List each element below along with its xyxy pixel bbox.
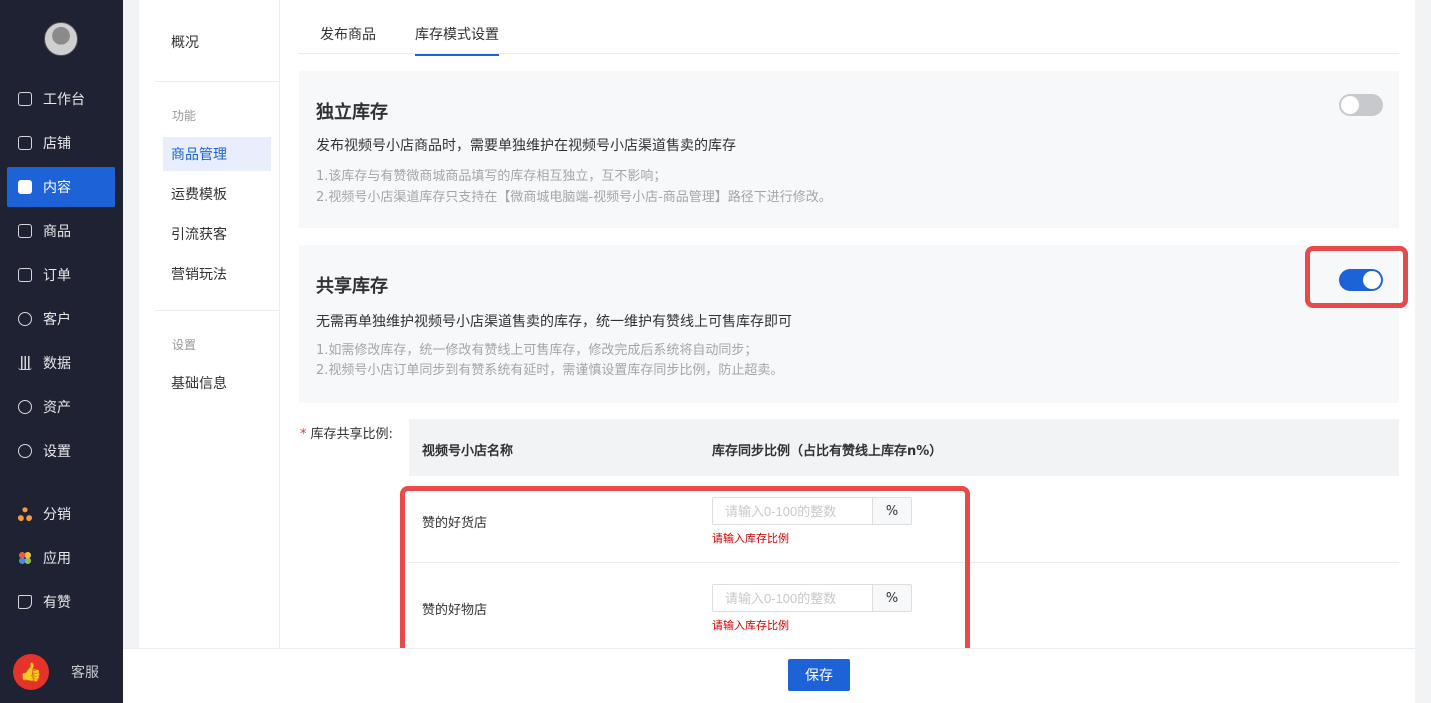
independent-stock-desc: 发布视频号小店商品时，需要单独维护在视频号小店渠道售卖的库存 [316,138,736,154]
ratio-input[interactable] [713,498,872,524]
secondary-nav: 概况 功能 商品管理 运费模板 引流获客 营销玩法 设置 基础信息 [139,0,280,703]
primary-nav: 工作台 店铺 内容 商品 订单 客户 数据 资产 设置 分销 应用 有赞 👍 客… [0,0,123,703]
nav-label: 店铺 [43,136,71,152]
toggle-knob [1363,271,1381,289]
nav-item-distribution[interactable]: 分销 [7,494,115,534]
nav-label: 数据 [43,356,71,372]
nav-label: 有赞 [43,595,71,611]
nav-label: 设置 [43,444,71,460]
nav-label: 应用 [43,551,71,567]
subnav-section-settings: 设置 [172,338,197,352]
ratio-input[interactable] [713,585,872,611]
col-sync-ratio: 库存同步比例（占比有赞线上库存n%） [712,444,943,459]
shop-name: 赞的好货店 [422,516,488,531]
percent-addon: % [872,498,911,524]
customer-icon [18,312,32,326]
nav-label: 工作台 [43,92,85,108]
main-content: 发布商品 库存模式设置 独立库存 发布视频号小店商品时，需要单独维护在视频号小店… [280,0,1415,703]
distribution-icon [18,507,32,521]
nav-item-store[interactable]: 店铺 [7,123,115,163]
data-icon [18,356,32,370]
nav-item-youzan[interactable]: 有赞 [7,582,115,622]
asset-icon [18,400,32,414]
toggle-knob [1341,96,1359,114]
subnav-item-basic-info[interactable]: 基础信息 [163,366,271,400]
order-icon [18,268,32,282]
service-label: 客服 [71,665,99,681]
nav-item-workbench[interactable]: 工作台 [7,79,115,119]
shared-stock-note-2: 2.视频号小店订单同步到有赞系统有延时，需谨慎设置库存同步比例，防止超卖。 [316,363,784,378]
customer-service-button[interactable]: 👍 客服 [13,654,99,690]
nav-label: 客户 [43,312,71,328]
nav-item-asset[interactable]: 资产 [7,387,115,427]
content-icon [18,180,32,194]
footer-bar: 保存 [123,648,1415,703]
subnav-section-function: 功能 [172,109,197,123]
app-root: 工作台 店铺 内容 商品 订单 客户 数据 资产 设置 分销 应用 有赞 👍 客… [0,0,1431,703]
avatar[interactable] [44,22,78,56]
page-edge [1415,0,1431,703]
independent-stock-note-1: 1.该库存与有赞微商城商品填写的库存相互独立，互不影响； [316,169,667,184]
subnav-item-overview[interactable]: 概况 [163,25,271,59]
shared-stock-title: 共享库存 [316,276,388,297]
thumbs-up-icon: 👍 [13,654,49,690]
goods-icon [18,224,32,238]
shared-stock-card: 共享库存 无需再单独维护视频号小店渠道售卖的库存，统一维护有赞线上可售库存即可 … [299,245,1408,403]
subnav-item-goods-manage[interactable]: 商品管理 [163,137,271,171]
independent-stock-note-2: 2.视频号小店渠道库存只支持在【微商城电脑端-视频号小店-商品管理】路径下进行修… [316,190,832,205]
nav-label: 分销 [43,507,71,523]
stock-ratio-label: * 库存共享比例: [300,423,393,442]
nav-item-goods[interactable]: 商品 [7,211,115,251]
nav-item-content[interactable]: 内容 [7,167,115,207]
tab-publish-goods[interactable]: 发布商品 [320,24,376,54]
subnav-item-shipping-template[interactable]: 运费模板 [163,177,271,211]
ratio-error: 请输入库存比例 [712,532,789,545]
save-button[interactable]: 保存 [788,659,850,691]
table-row: 赞的好物店 % 请输入库存比例 [409,563,1399,650]
ratio-table-header: 视频号小店名称 库存同步比例（占比有赞线上库存n%） [409,419,1399,476]
apps-icon [18,551,32,565]
subnav-item-traffic[interactable]: 引流获客 [163,217,271,251]
nav-label: 商品 [43,224,71,240]
stock-ratio-label-text: 库存共享比例: [310,427,393,442]
nav-label: 订单 [43,268,71,284]
shared-stock-toggle[interactable] [1339,269,1383,291]
settings-icon [18,444,32,458]
nav-item-data[interactable]: 数据 [7,343,115,383]
tab-bar: 发布商品 库存模式设置 [298,0,1399,56]
nav-item-customer[interactable]: 客户 [7,299,115,339]
nav-item-order[interactable]: 订单 [7,255,115,295]
independent-stock-toggle[interactable] [1339,94,1383,116]
nav-label: 资产 [43,400,71,416]
youzan-icon [18,595,32,609]
independent-stock-title: 独立库存 [316,102,388,123]
tab-stock-mode[interactable]: 库存模式设置 [415,24,499,56]
ratio-input-group: % [712,497,912,525]
nav-item-apps[interactable]: 应用 [7,538,115,578]
ratio-error: 请输入库存比例 [712,619,789,632]
shared-stock-desc: 无需再单独维护视频号小店渠道售卖的库存，统一维护有赞线上可售库存即可 [316,314,792,330]
nav-label: 内容 [43,180,71,196]
ratio-input-group: % [712,584,912,612]
independent-stock-card: 独立库存 发布视频号小店商品时，需要单独维护在视频号小店渠道售卖的库存 1.该库… [299,71,1399,228]
store-icon [18,136,32,150]
nav-item-settings[interactable]: 设置 [7,431,115,471]
subnav-divider [155,310,280,311]
table-row: 赞的好货店 % 请输入库存比例 [409,476,1399,563]
subnav-item-marketing[interactable]: 营销玩法 [163,257,271,291]
shop-name: 赞的好物店 [422,603,488,618]
required-mark: * [300,427,307,442]
shared-stock-note-1: 1.如需修改库存，统一修改有赞线上可售库存，修改完成后系统将自动同步； [316,343,758,358]
workbench-icon [18,92,32,106]
subnav-divider [155,81,280,82]
col-shop-name: 视频号小店名称 [422,444,514,459]
percent-addon: % [872,585,911,611]
